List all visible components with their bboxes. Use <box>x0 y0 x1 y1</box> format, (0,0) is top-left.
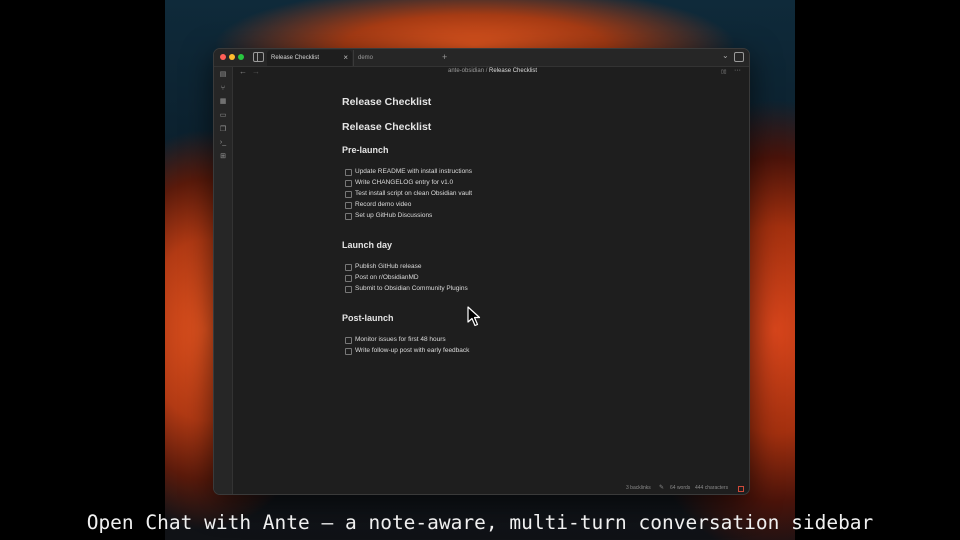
minimize-window-button[interactable] <box>229 54 235 60</box>
task-label: Set up GitHub Discussions <box>355 212 433 219</box>
more-options-icon[interactable]: ··· <box>734 67 741 74</box>
word-count: 64 words <box>670 485 691 491</box>
task-checkbox[interactable] <box>345 264 352 271</box>
letterbox-right <box>795 0 960 540</box>
breadcrumb-separator: / <box>485 68 488 74</box>
task-label: Write follow-up post with early feedback <box>355 347 470 354</box>
task-label: Write CHANGELOG entry for v1.0 <box>355 179 454 186</box>
backlinks-count[interactable]: 3 backlinks <box>626 485 651 491</box>
left-sidebar-toggle-icon[interactable] <box>253 52 264 62</box>
breadcrumb-vault[interactable]: ante-obsidian <box>448 68 484 74</box>
left-ribbon: ▤ ⑂ ▦ ▭ ❐ ›_ ⊞ <box>214 67 233 494</box>
task-checkbox[interactable] <box>345 213 352 220</box>
task-label: Update README with install instructions <box>355 168 473 175</box>
tab-label: Release Checklist <box>271 55 320 61</box>
command-palette-icon[interactable]: ⊞ <box>219 153 227 161</box>
task-label: Publish GitHub release <box>355 263 422 270</box>
obsidian-window: Release Checklist × demo + ⌄ ▤ ⑂ ▦ ▭ ❐ ›… <box>213 48 750 495</box>
task-checkbox[interactable] <box>345 191 352 198</box>
reading-view-icon[interactable]: ▯▯ <box>721 69 727 75</box>
task-checkbox[interactable] <box>345 202 352 209</box>
templates-icon[interactable]: ❐ <box>219 126 227 134</box>
note-heading-h1: Release Checklist <box>342 121 432 133</box>
canvas-icon[interactable]: ▦ <box>219 98 227 106</box>
terminal-icon[interactable]: ›_ <box>219 139 227 147</box>
section-heading-pre-launch: Pre-launch <box>342 145 389 155</box>
tab-label: demo <box>358 55 374 61</box>
title-bar: Release Checklist × demo + ⌄ <box>214 49 749 67</box>
character-count: 444 characters <box>695 485 729 491</box>
task-checkbox[interactable] <box>345 169 352 176</box>
task-checkbox[interactable] <box>345 275 352 282</box>
task-checkbox[interactable] <box>345 286 352 293</box>
inline-title[interactable]: Release Checklist <box>342 96 431 108</box>
close-window-button[interactable] <box>220 54 226 60</box>
graph-icon[interactable]: ⑂ <box>219 85 227 93</box>
tab-demo[interactable]: demo <box>353 50 438 66</box>
sync-status-icon[interactable] <box>738 486 744 492</box>
task-checkbox[interactable] <box>345 337 352 344</box>
back-arrow-icon[interactable]: ← <box>239 67 247 76</box>
section-heading-launch-day: Launch day <box>342 240 393 250</box>
tab-release-checklist[interactable]: Release Checklist × <box>267 50 352 66</box>
mouse-cursor-icon <box>467 306 481 327</box>
tab-list-chevron-icon[interactable]: ⌄ <box>722 51 729 60</box>
edit-pencil-icon[interactable]: ✎ <box>659 484 664 491</box>
right-sidebar-toggle-icon[interactable] <box>734 52 744 62</box>
task-label: Submit to Obsidian Community Plugins <box>355 285 468 292</box>
files-icon[interactable]: ▤ <box>219 71 227 79</box>
view-header: ← → ante-obsidian / Release Checklist ▯▯… <box>233 67 749 79</box>
video-caption: Open Chat with Ante — a note-aware, mult… <box>86 511 874 534</box>
task-checkbox[interactable] <box>345 348 352 355</box>
status-bar: 3 backlinks ✎ 64 words 444 characters <box>619 485 749 494</box>
maximize-window-button[interactable] <box>238 54 244 60</box>
breadcrumb-note[interactable]: Release Checklist <box>489 68 537 74</box>
breadcrumb: ante-obsidian / Release Checklist <box>448 68 537 74</box>
section-heading-post-launch: Post-launch <box>342 313 394 323</box>
task-label: Monitor issues for first 48 hours <box>355 336 446 343</box>
new-tab-icon[interactable]: + <box>442 49 447 65</box>
task-label: Record demo video <box>355 201 412 208</box>
forward-arrow-icon[interactable]: → <box>252 67 260 76</box>
letterbox-left <box>0 0 165 540</box>
task-checkbox[interactable] <box>345 180 352 187</box>
close-tab-icon[interactable]: × <box>343 50 348 66</box>
task-label: Post on r/ObsidianMD <box>355 274 419 281</box>
task-label: Test install script on clean Obsidian va… <box>355 190 473 197</box>
calendar-icon[interactable]: ▭ <box>219 112 227 120</box>
